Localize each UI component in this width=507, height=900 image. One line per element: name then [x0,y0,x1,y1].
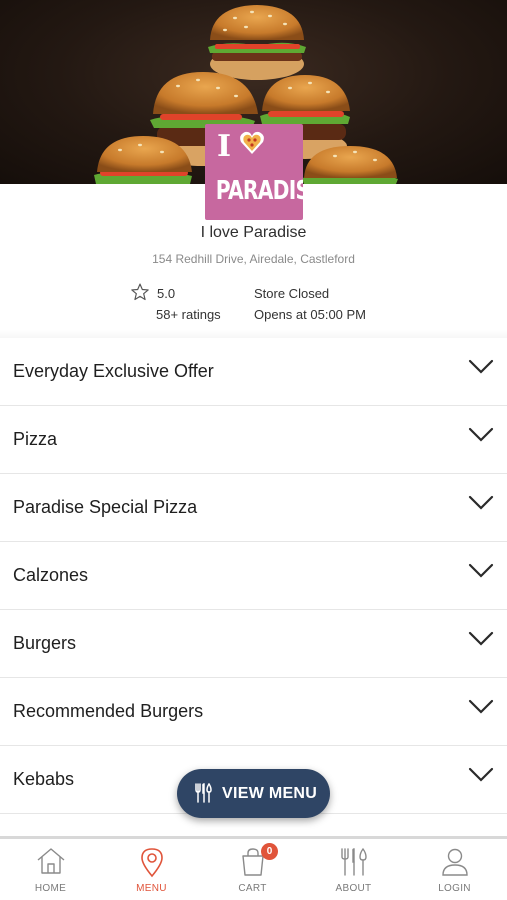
rating-value: 5.0 [157,286,176,301]
chevron-down-icon [468,563,494,578]
nav-cart-label: CART [238,883,267,894]
nav-about-label: ABOUT [335,883,372,894]
cutlery-icon [195,783,212,803]
category-row[interactable]: Pizza [0,406,507,474]
category-label: Pizza [13,429,58,449]
category-row[interactable]: Everyday Exclusive Offer [0,338,507,406]
view-menu-button[interactable]: VIEW MENU [177,769,330,818]
store-logo: I PARADISE [205,124,303,220]
nav-login-label: LOGIN [438,883,471,894]
pizza-heart-icon [240,131,264,154]
logo-i-letter: I [217,129,232,164]
nav-cart[interactable]: 0 CART [202,839,303,900]
store-address: 154 Redhill Drive, Airedale, Castleford [152,252,355,266]
category-label: Calzones [13,565,89,585]
nav-home[interactable]: HOME [0,839,101,900]
chevron-down-icon [468,359,494,374]
category-label: Paradise Special Pizza [13,497,198,517]
logo-word: PARADISE [215,176,303,206]
chevron-down-icon [468,631,494,646]
category-label: Recommended Burgers [13,701,204,721]
cart-count-badge: 0 [261,843,278,860]
category-label: Kebabs [13,769,75,789]
store-hours: Opens at 05:00 PM [254,307,367,322]
nav-login[interactable]: LOGIN [404,839,505,900]
nav-menu[interactable]: MENU [101,839,202,900]
bottom-navigation: HOME MENU 0 CART ABOUT LOGIN [0,836,507,900]
user-icon [442,848,468,876]
menu-category-list: Everyday Exclusive Offer Pizza Paradise … [0,338,507,814]
chevron-down-icon [468,699,494,714]
nav-home-label: HOME [34,883,67,894]
home-icon [37,848,65,874]
category-label: Everyday Exclusive Offer [13,361,214,381]
category-row[interactable]: Paradise Special Pizza [0,474,507,542]
category-label: Burgers [13,633,77,653]
chevron-down-icon [468,767,494,782]
category-row[interactable]: Recommended Burgers [0,678,507,746]
category-row[interactable]: Burgers [0,610,507,678]
chevron-down-icon [468,427,494,442]
nav-about[interactable]: ABOUT [303,839,404,900]
store-status: Store Closed [254,286,330,301]
nav-menu-label: MENU [136,883,167,894]
star-icon [131,283,149,301]
location-pin-icon [141,848,163,878]
chevron-down-icon [468,495,494,510]
rating-count: 58+ ratings [156,307,221,322]
category-row[interactable]: Calzones [0,542,507,610]
restaurant-app: I PARADISE I love Paradise 154 Redhill D… [0,0,507,900]
view-menu-label: VIEW MENU [222,785,318,802]
store-name: I love Paradise [200,224,307,241]
cutlery-icon [341,847,367,876]
